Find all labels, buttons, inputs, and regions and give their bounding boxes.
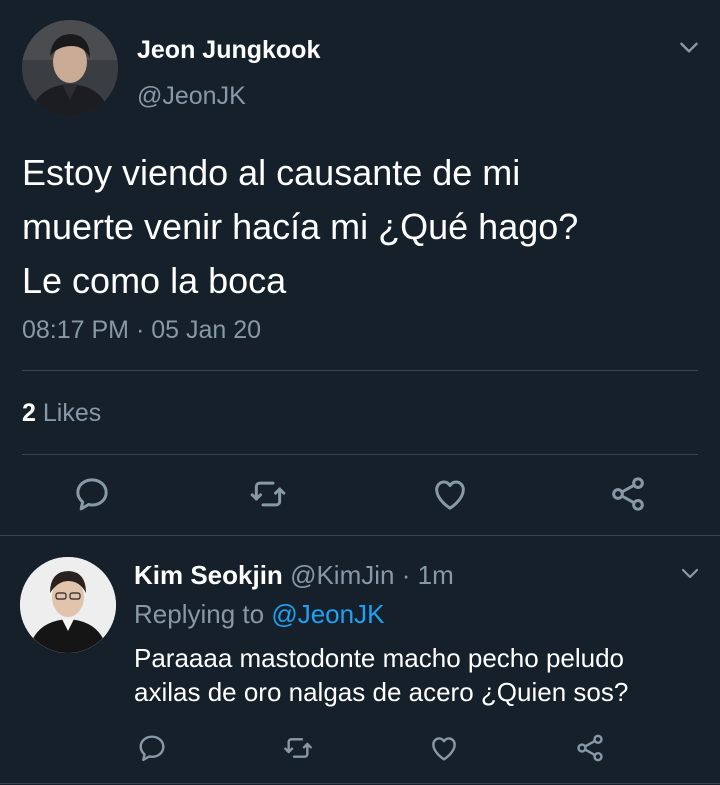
divider [0, 535, 720, 536]
divider [0, 783, 720, 784]
replying-to: Replying to @JeonJK [134, 599, 384, 630]
tweet-text-line: Le como la boca [22, 260, 287, 301]
reply-text-line: axilas de oro nalgas de acero ¿Quien sos… [134, 677, 629, 707]
chevron-down-icon[interactable] [676, 34, 702, 60]
avatar[interactable] [22, 20, 118, 116]
meta-separator: · [401, 560, 411, 590]
share-icon[interactable] [608, 474, 648, 514]
chevron-down-icon[interactable] [678, 561, 702, 585]
meta-separator: · [135, 316, 145, 344]
reply-author-handle[interactable]: @KimJin [290, 560, 394, 590]
tweet-text-line: muerte venir hacía mi ¿Qué hago? [22, 206, 579, 247]
reply-text: Paraaaa mastodonte macho pecho peludo ax… [134, 641, 628, 709]
tweet-time: 08:17 PM [22, 316, 130, 344]
replying-to-label: Replying to [134, 599, 265, 629]
retweet-icon[interactable] [282, 732, 314, 764]
likes-count[interactable]: 2 Likes [22, 399, 101, 428]
like-icon[interactable] [428, 732, 460, 764]
like-icon[interactable] [430, 474, 470, 514]
likes-label: Likes [42, 399, 102, 427]
reply-header: Kim Seokjin @KimJin · 1m [134, 560, 454, 591]
reply-time: 1m [417, 560, 454, 590]
divider [22, 370, 698, 371]
likes-number: 2 [22, 399, 36, 427]
reply-icon[interactable] [136, 732, 168, 764]
tweet-date: 05 Jan 20 [151, 316, 262, 344]
retweet-icon[interactable] [248, 474, 288, 514]
tweet-timestamp: 08:17 PM · 05 Jan 20 [22, 316, 261, 345]
tweet-text: Estoy viendo al causante de mi muerte ve… [22, 146, 702, 308]
reply-text-line: Paraaaa mastodonte macho pecho peludo [134, 643, 625, 673]
author-handle[interactable]: @JeonJK [137, 82, 246, 111]
divider [22, 454, 698, 455]
reply-author-name[interactable]: Kim Seokjin [134, 560, 283, 590]
tweet-text-line: Estoy viendo al causante de mi [22, 152, 521, 193]
avatar[interactable] [20, 557, 116, 653]
author-name[interactable]: Jeon Jungkook [137, 36, 320, 65]
replying-to-handle[interactable]: @JeonJK [271, 599, 384, 629]
share-icon[interactable] [574, 732, 606, 764]
reply-icon[interactable] [72, 474, 112, 514]
